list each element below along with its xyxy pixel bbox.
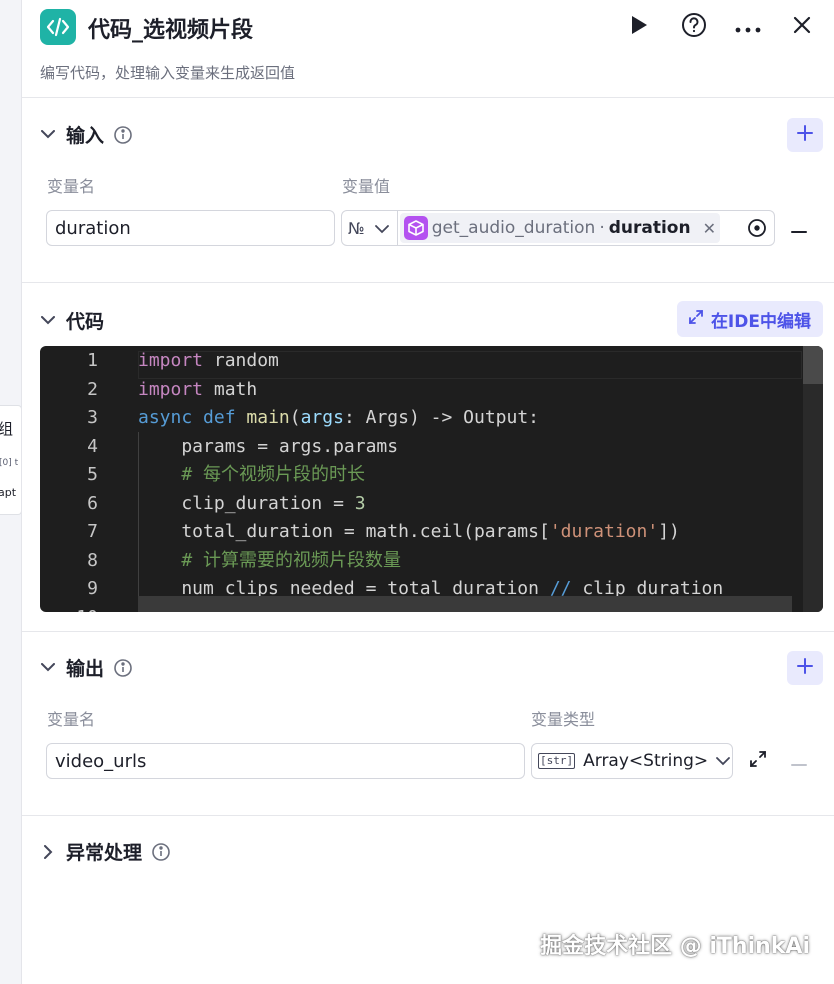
close-icon bbox=[793, 16, 811, 38]
minus-icon bbox=[791, 219, 807, 238]
expand-icon bbox=[749, 750, 767, 772]
output-section-header[interactable]: 输出 bbox=[40, 654, 132, 681]
node-description[interactable]: 编写代码，处理输入变量来生成返回值 bbox=[40, 62, 295, 83]
info-icon[interactable] bbox=[114, 125, 132, 144]
edit-in-ide-button[interactable]: 在IDE中编辑 bbox=[676, 301, 823, 337]
canvas-node-title-fragment: 组 bbox=[0, 418, 13, 439]
reference-variable: duration bbox=[608, 218, 691, 238]
code-line: total_duration = math.ceil(params['durat… bbox=[138, 521, 680, 542]
plus-icon bbox=[797, 125, 813, 145]
input-variable-value-field: № get_audio_duration · duration ✕ bbox=[341, 210, 775, 246]
chevron-right-icon bbox=[40, 844, 56, 860]
code-editor[interactable]: 1 2 3 4 5 6 7 8 9 10 import random impor… bbox=[40, 346, 823, 612]
info-icon[interactable] bbox=[114, 658, 132, 677]
scrollbar-thumb[interactable] bbox=[803, 346, 823, 384]
more-button[interactable] bbox=[731, 10, 765, 44]
canvas-node-card[interactable]: 组 [0] t apt bbox=[0, 405, 21, 515]
input-section-header[interactable]: 输入 bbox=[40, 121, 132, 148]
panel-header: 代码_选视频片段 编写代码，处理输入变量来生成返回值 bbox=[22, 0, 834, 98]
reference-picker-icon[interactable] bbox=[746, 217, 768, 239]
output-col-type-label: 变量类型 bbox=[531, 710, 596, 729]
canvas-node-text-fragment: apt bbox=[0, 486, 17, 499]
value-type-label: № bbox=[348, 218, 365, 238]
code-line: clip_duration = 3 bbox=[138, 492, 366, 514]
question-icon bbox=[681, 12, 707, 42]
remove-output-button[interactable] bbox=[787, 749, 811, 773]
plugin-cube-icon bbox=[404, 216, 428, 240]
editor-vertical-scrollbar[interactable] bbox=[803, 346, 823, 612]
line-number: 5 bbox=[87, 464, 98, 485]
line-number: 1 bbox=[87, 350, 98, 371]
line-number: 10 bbox=[76, 604, 98, 613]
add-input-button[interactable] bbox=[787, 118, 823, 152]
reference-source-node: get_audio_duration bbox=[431, 218, 596, 238]
input-variable-name-field[interactable]: duration bbox=[46, 210, 335, 246]
output-type-select[interactable]: [str] Array<String> bbox=[531, 743, 733, 779]
chevron-down-icon bbox=[40, 660, 56, 676]
line-number: 2 bbox=[87, 378, 98, 400]
code-section-header[interactable]: 代码 bbox=[40, 307, 104, 334]
remove-input-button[interactable] bbox=[787, 216, 811, 240]
code-line: import random bbox=[138, 350, 279, 371]
help-button[interactable] bbox=[677, 10, 711, 44]
watermark: 掘金技术社区 @ iThinkAi bbox=[540, 934, 810, 959]
line-number: 3 bbox=[87, 407, 98, 428]
line-number: 9 bbox=[87, 578, 98, 599]
value-type-select[interactable]: № bbox=[342, 211, 398, 245]
reference-separator: · bbox=[599, 218, 605, 238]
error-handling-section-header[interactable]: 异常处理 bbox=[40, 838, 170, 865]
chevron-down-icon bbox=[716, 751, 731, 771]
input-section-title: 输入 bbox=[66, 125, 105, 147]
edit-in-ide-label: 在IDE中编辑 bbox=[710, 311, 811, 332]
expand-icon bbox=[689, 309, 703, 329]
line-number: 8 bbox=[87, 549, 98, 571]
code-node-icon bbox=[40, 9, 76, 45]
line-number: 7 bbox=[87, 521, 98, 542]
close-button[interactable] bbox=[785, 10, 819, 44]
code-line: import math bbox=[138, 378, 258, 400]
output-type-label: Array<String> bbox=[583, 751, 709, 771]
minus-icon bbox=[791, 752, 807, 771]
output-section: 输出 变量名 变量类型 bbox=[22, 632, 834, 816]
output-variable-name-field[interactable]: video_urls bbox=[46, 743, 525, 779]
info-icon[interactable] bbox=[152, 842, 170, 861]
line-number-gutter: 1 2 3 4 5 6 7 8 9 10 bbox=[40, 346, 118, 612]
expand-output-button[interactable] bbox=[746, 749, 770, 773]
input-col-value-label: 变量值 bbox=[342, 177, 391, 196]
input-col-name-label: 变量名 bbox=[47, 177, 96, 196]
play-icon bbox=[630, 15, 648, 39]
chevron-down-icon bbox=[40, 313, 56, 329]
more-horizontal-icon bbox=[735, 18, 761, 37]
clear-reference-icon[interactable]: ✕ bbox=[703, 219, 716, 238]
plus-icon bbox=[797, 658, 813, 678]
node-title[interactable]: 代码_选视频片段 bbox=[88, 12, 253, 44]
string-array-type-icon: [str] bbox=[538, 753, 576, 769]
output-col-name-label: 变量名 bbox=[47, 710, 96, 729]
input-section: 输入 变量名 变量值 bbox=[22, 99, 834, 283]
line-number: 4 bbox=[87, 435, 98, 457]
canvas-node-badge: [0] t bbox=[0, 458, 19, 468]
code-section-title: 代码 bbox=[66, 311, 105, 333]
add-output-button[interactable] bbox=[787, 651, 823, 685]
code-line: # 每个视频片段的时长 bbox=[138, 464, 366, 485]
variable-reference-chip[interactable]: get_audio_duration · duration ✕ bbox=[400, 213, 720, 243]
canvas-left-strip: 组 [0] t apt bbox=[0, 0, 22, 984]
code-line: # 计算需要的视频片段数量 bbox=[138, 549, 402, 571]
node-config-panel: 代码_选视频片段 编写代码，处理输入变量来生成返回值 输入 变量名 变量值 du… bbox=[22, 0, 834, 984]
line-number: 6 bbox=[87, 492, 98, 514]
code-line: async def main(args: Args) -> Output: bbox=[138, 407, 540, 428]
code-line: params = args.params bbox=[138, 435, 399, 457]
chevron-down-icon bbox=[40, 127, 56, 143]
chevron-down-icon bbox=[375, 219, 389, 238]
output-section-title: 输出 bbox=[66, 658, 105, 680]
editor-horizontal-scrollbar[interactable] bbox=[138, 596, 792, 612]
run-button[interactable] bbox=[622, 10, 656, 44]
error-handling-title: 异常处理 bbox=[66, 842, 143, 864]
